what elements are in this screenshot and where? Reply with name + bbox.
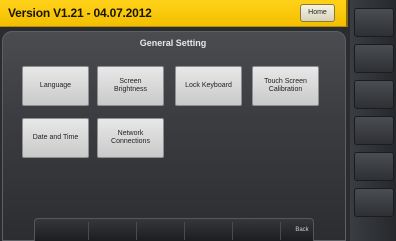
touch-screen-calibration-button[interactable]: Touch Screen Calibration [252,66,319,106]
side-panel-cell [354,152,394,181]
version-text: Version V1.21 - 04.07.2012 [8,6,152,20]
device-screen: Version V1.21 - 04.07.2012 Home General … [0,0,396,241]
side-panel-cell [354,80,394,109]
bottom-nav-segment [41,222,89,240]
side-panel-cell [354,188,394,217]
bottom-nav-bar: Back [34,218,314,241]
language-button[interactable]: Language [22,66,89,106]
home-button[interactable]: Home [300,4,335,22]
bottom-nav-segment [89,222,137,240]
side-panel-cell [354,44,394,73]
bottom-nav-segment [137,222,185,240]
bottom-nav-segment [185,222,233,240]
side-panel [350,0,396,241]
panel-title: General Setting [139,38,207,48]
screen-brightness-button[interactable]: Screen Brightness [97,66,164,106]
back-button[interactable]: Back [293,223,311,237]
network-connections-button[interactable]: Network Connections [97,118,164,158]
side-panel-cell [354,116,394,145]
version-bar: Version V1.21 - 04.07.2012 Home [0,0,348,27]
bottom-nav-segment [233,222,281,240]
side-panel-cell [354,8,394,37]
date-and-time-button[interactable]: Date and Time [22,118,89,158]
lock-keyboard-button[interactable]: Lock Keyboard [175,66,242,106]
